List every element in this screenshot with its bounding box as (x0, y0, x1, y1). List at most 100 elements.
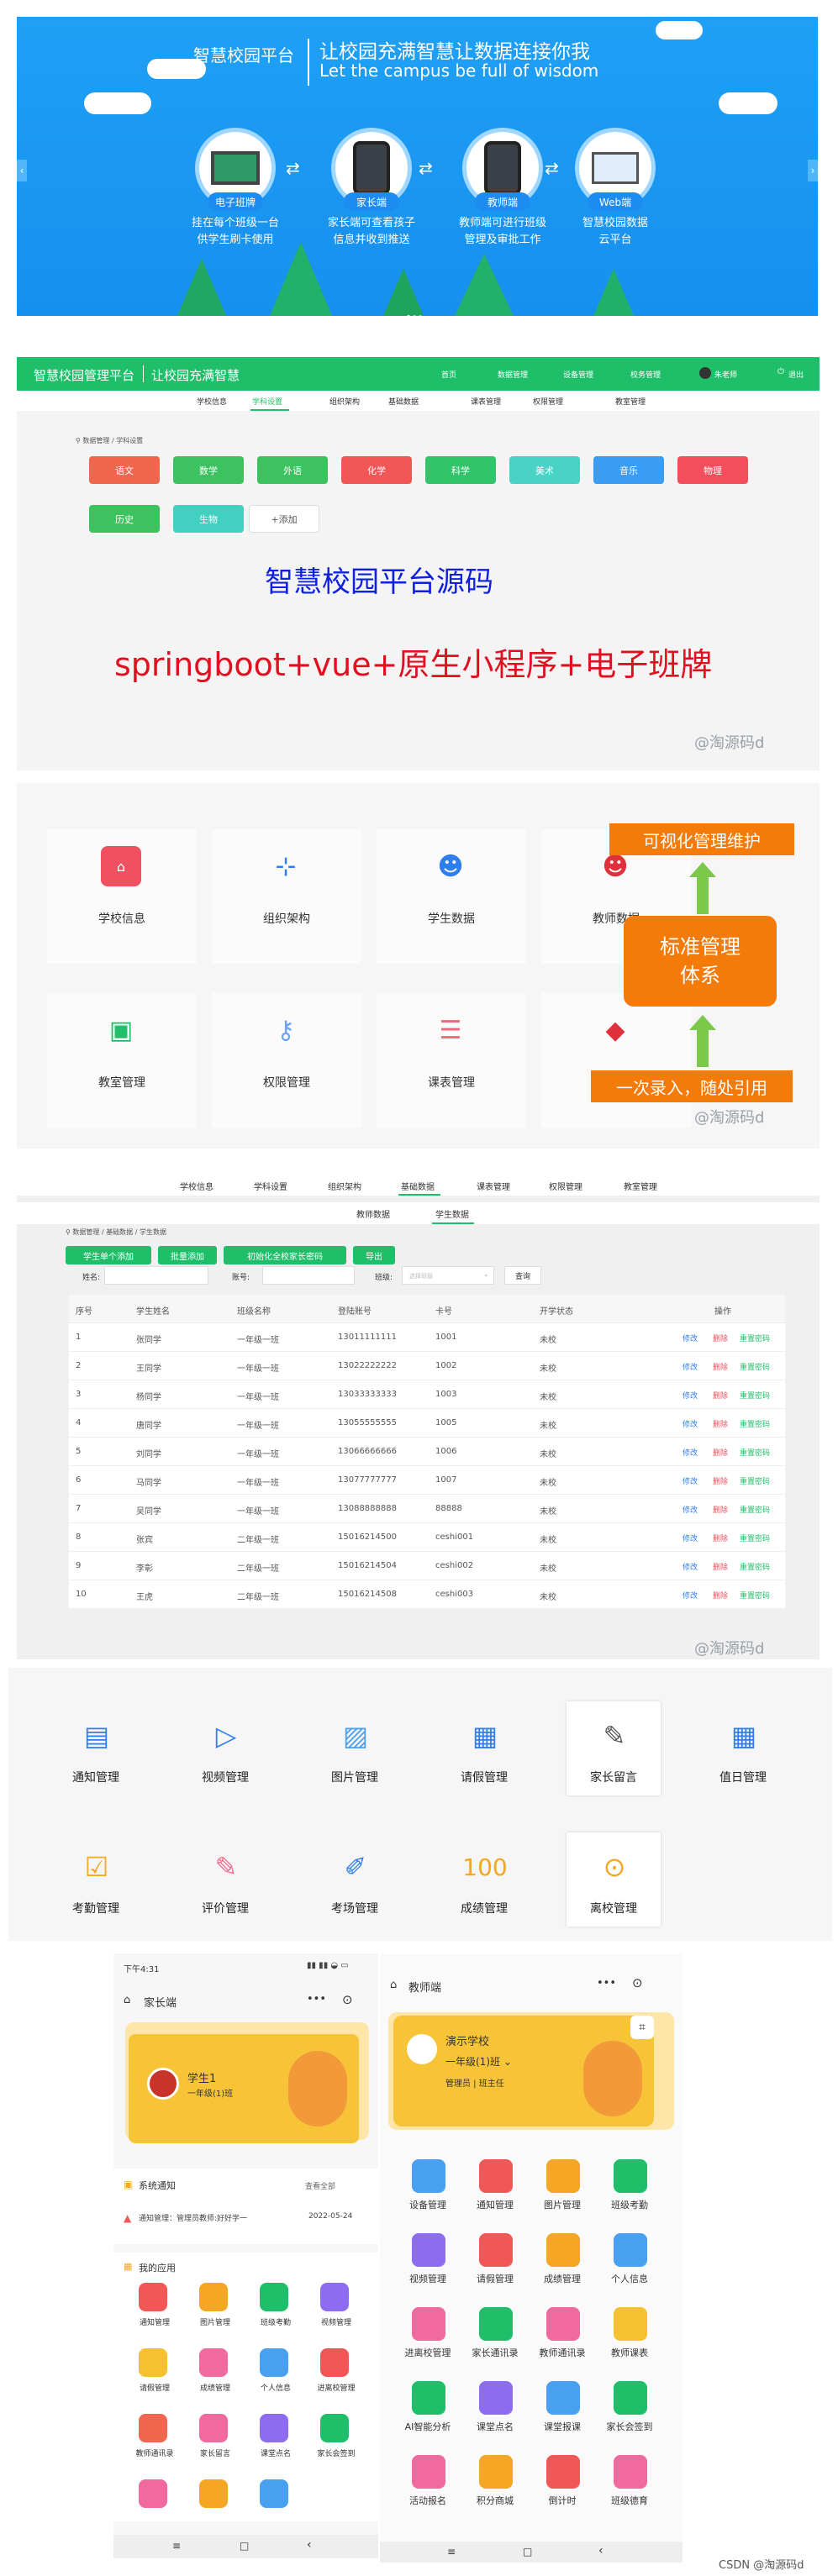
delete-link[interactable]: 删除 (713, 1504, 728, 1515)
app-icon[interactable] (479, 2307, 513, 2341)
home-nav-icon[interactable]: □ (523, 2546, 532, 2558)
app-icon[interactable] (260, 2348, 288, 2377)
edit-link[interactable]: 修改 (683, 1361, 698, 1372)
avatar[interactable] (699, 367, 711, 379)
topnav-data[interactable]: 数据管理 (498, 369, 528, 380)
app-icon[interactable] (479, 2455, 513, 2489)
close-icon[interactable]: ⊙ (632, 1975, 643, 1990)
module-duty[interactable]: ▦ 值日管理 (696, 1701, 790, 1795)
tab-subject[interactable]: 学科设置 (254, 1180, 287, 1192)
card-permission[interactable]: ⚷ 权限管理 (212, 993, 361, 1128)
app-icon[interactable] (139, 2414, 167, 2442)
app-icon[interactable] (412, 2159, 445, 2193)
query-button[interactable]: 查询 (504, 1266, 541, 1285)
notice-text[interactable]: 通知管理：管理员教师:好好学一 (139, 2212, 247, 2223)
more-icon[interactable]: ••• (307, 1993, 326, 2006)
app-icon[interactable] (139, 2348, 167, 2377)
delete-link[interactable]: 删除 (713, 1447, 728, 1458)
card-subject[interactable]: ◆学科设置 (541, 993, 691, 1128)
reset-password-link[interactable]: 重置密码 (740, 1390, 770, 1401)
module-leave[interactable]: ▦ 请假管理 (437, 1701, 531, 1795)
student-card[interactable]: 学生1 一年级(1)班 (129, 2034, 359, 2143)
module-score[interactable]: 100 成绩管理 (437, 1832, 531, 1927)
app-icon[interactable] (614, 2455, 647, 2489)
delete-link[interactable]: 删除 (713, 1532, 728, 1543)
home-icon[interactable]: ⌂ (390, 1979, 397, 1991)
reset-password-link[interactable]: 重置密码 (740, 1561, 770, 1572)
app-icon[interactable] (260, 2479, 288, 2508)
tab-basic-data[interactable]: 基础数据 (401, 1180, 435, 1192)
app-icon[interactable] (199, 2479, 228, 2508)
tab-org[interactable]: 组织架构 (328, 1180, 361, 1192)
edit-link[interactable]: 修改 (683, 1333, 698, 1343)
class-select[interactable]: 选择班级 ⌄ (402, 1266, 494, 1285)
module-leave-school[interactable]: ⊙ 离校管理 (567, 1832, 661, 1927)
tab-school-info[interactable]: 学校信息 (180, 1180, 213, 1192)
app-icon[interactable] (199, 2348, 228, 2377)
card-org[interactable]: ⊹ 组织架构 (212, 829, 361, 964)
edit-link[interactable]: 修改 (683, 1532, 698, 1543)
module-notice[interactable]: ▤ 通知管理 (49, 1701, 143, 1795)
app-icon[interactable] (546, 2381, 580, 2415)
edit-link[interactable]: 修改 (683, 1590, 698, 1601)
app-icon[interactable] (412, 2233, 445, 2267)
tab-timetable[interactable]: 课表管理 (471, 396, 501, 407)
app-icon[interactable] (412, 2455, 445, 2489)
tab-timetable[interactable]: 课表管理 (477, 1180, 510, 1192)
subject-tag[interactable]: 音乐 (593, 456, 664, 484)
delete-link[interactable]: 删除 (713, 1590, 728, 1601)
logout-icon[interactable]: ⏻ (777, 367, 784, 376)
subject-tag[interactable]: 生物 (173, 505, 244, 533)
menu-icon[interactable]: ≡ (172, 2540, 181, 2552)
card-timetable[interactable]: ☰ 课表管理 (377, 993, 526, 1128)
module-exam-room[interactable]: ✐ 考场管理 (308, 1832, 402, 1927)
subject-tag[interactable]: 外语 (257, 456, 328, 484)
app-icon[interactable] (614, 2307, 647, 2341)
carousel-dots[interactable] (407, 306, 427, 316)
tab-permission[interactable]: 权限管理 (549, 1180, 582, 1192)
delete-link[interactable]: 删除 (713, 1475, 728, 1486)
delete-link[interactable]: 删除 (713, 1390, 728, 1401)
app-icon[interactable] (412, 2381, 445, 2415)
reset-password-link[interactable]: 重置密码 (740, 1590, 770, 1601)
card-student[interactable]: ☻ 学生数据 (377, 829, 526, 964)
delete-link[interactable]: 删除 (713, 1561, 728, 1572)
app-icon[interactable] (479, 2159, 513, 2193)
app-icon[interactable] (199, 2283, 228, 2311)
edit-link[interactable]: 修改 (683, 1504, 698, 1515)
subject-tag[interactable]: 化学 (341, 456, 412, 484)
subject-tag[interactable]: 语文 (89, 456, 160, 484)
subtab-student[interactable]: 学生数据 (435, 1207, 469, 1220)
subject-tag[interactable]: 数学 (173, 456, 244, 484)
reset-password-link[interactable]: 重置密码 (740, 1361, 770, 1372)
app-icon[interactable] (614, 2381, 647, 2415)
notice-more-link[interactable]: 查看全部 (305, 2180, 335, 2191)
topnav-school[interactable]: 校务管理 (630, 369, 661, 380)
app-icon[interactable] (614, 2233, 647, 2267)
add-subject-button[interactable]: +添加 (249, 505, 319, 533)
card-school-info[interactable]: ⌂ 学校信息 (47, 829, 197, 964)
app-icon[interactable] (546, 2159, 580, 2193)
module-image[interactable]: ▨ 图片管理 (308, 1701, 402, 1795)
carousel-next-button[interactable]: › (808, 160, 818, 181)
scan-icon[interactable]: ⌗ (630, 2016, 654, 2039)
topnav-device[interactable]: 设备管理 (563, 369, 593, 380)
subtab-teacher[interactable]: 教师数据 (356, 1207, 390, 1220)
module-attendance[interactable]: ☑ 考勤管理 (49, 1832, 143, 1927)
delete-link[interactable]: 删除 (713, 1418, 728, 1429)
module-message[interactable]: ✎ 家长留言 (567, 1701, 661, 1795)
delete-link[interactable]: 删除 (713, 1361, 728, 1372)
app-icon[interactable] (479, 2233, 513, 2267)
reset-password-link[interactable]: 重置密码 (740, 1418, 770, 1429)
edit-link[interactable]: 修改 (683, 1390, 698, 1401)
app-icon[interactable] (412, 2307, 445, 2341)
user-name[interactable]: 朱老师 (714, 369, 737, 380)
edit-link[interactable]: 修改 (683, 1447, 698, 1458)
app-icon[interactable] (260, 2414, 288, 2442)
back-icon[interactable]: ‹ (307, 2538, 312, 2552)
app-icon[interactable] (479, 2381, 513, 2415)
app-icon[interactable] (546, 2307, 580, 2341)
subject-tag[interactable]: 历史 (89, 505, 160, 533)
logout-link[interactable]: 退出 (788, 369, 804, 380)
tab-basic-data[interactable]: 基础数据 (388, 396, 419, 407)
